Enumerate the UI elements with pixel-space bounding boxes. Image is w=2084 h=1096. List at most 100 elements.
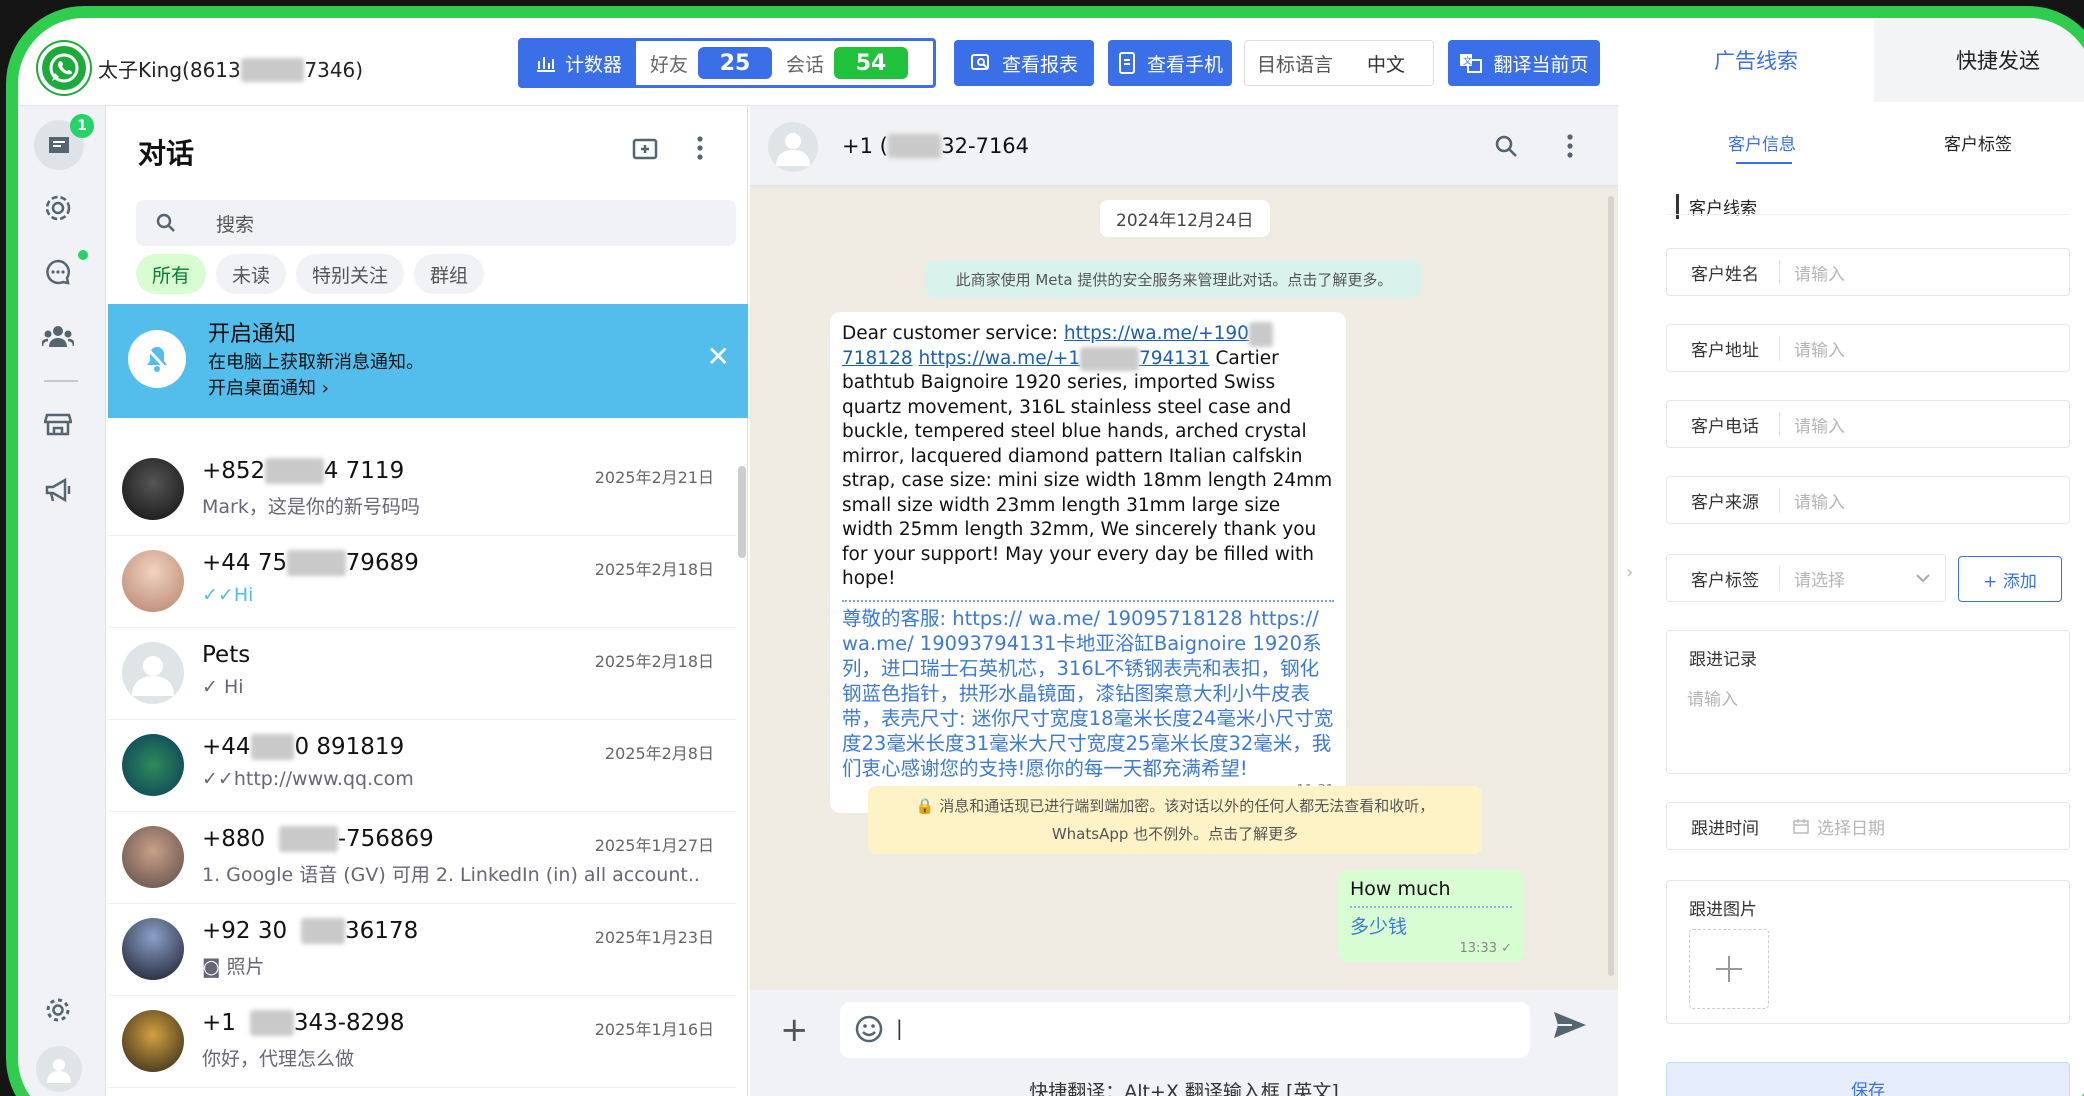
notify-desc: 在电脑上获取新消息通知。: [208, 352, 424, 373]
field-label: 客户电话: [1691, 416, 1759, 437]
search-bar[interactable]: 搜索: [136, 200, 736, 246]
add-tag-button[interactable]: + 添加: [1958, 556, 2062, 602]
target-language-value: 中文: [1367, 53, 1406, 76]
filter-groups[interactable]: 群组: [414, 254, 485, 294]
new-chat-icon[interactable]: [632, 136, 660, 167]
search-placeholder: 搜索: [216, 213, 255, 236]
chat-list-scrollbar[interactable]: [738, 466, 746, 558]
send-icon[interactable]: [1552, 1008, 1588, 1047]
menu-kebab-icon[interactable]: [696, 134, 704, 167]
message-link[interactable]: https://wa.me/+100000794131: [919, 346, 1210, 371]
field-placeholder: 选择日期: [1817, 818, 1885, 839]
chat-preview: Mark，这是你的新号码吗: [202, 496, 420, 518]
customer-name-field[interactable]: 客户姓名 请输入: [1666, 248, 2070, 296]
target-language-select[interactable]: 目标语言 中文: [1244, 40, 1434, 86]
notify-title: 开启通知: [208, 322, 297, 347]
menu-kebab-icon[interactable]: [1566, 132, 1574, 165]
avatar: [122, 918, 184, 980]
conversation-header[interactable]: +1 (000032-7164: [750, 106, 1618, 186]
subtab-underline: [1736, 162, 1792, 164]
chat-item[interactable]: +85200004 7119 2025年2月21日 Mark，这是你的新号码吗: [108, 444, 736, 536]
conversation-scrollbar[interactable]: [1608, 196, 1614, 976]
view-report-label: 查看报表: [1001, 53, 1078, 76]
chat-name-part: 0 891819: [294, 734, 405, 760]
close-icon[interactable]: ✕: [707, 340, 730, 373]
calendar-icon: [1793, 819, 1809, 834]
chat-name-part: -756869: [337, 826, 434, 852]
filter-unread[interactable]: 未读: [216, 254, 287, 294]
profile-avatar[interactable]: [36, 1046, 82, 1092]
search-icon[interactable]: [1494, 134, 1518, 163]
whatsapp-logo-icon: [38, 42, 90, 94]
customer-source-field[interactable]: 客户来源 请输入: [1666, 476, 2070, 524]
redacted-number: 0000: [279, 826, 338, 852]
link-part: https://wa.me/+190: [1063, 323, 1249, 344]
view-report-button[interactable]: 查看报表: [954, 40, 1094, 86]
chat-preview: ✓✓Hi: [202, 584, 254, 606]
filter-favorites[interactable]: 特别关注: [296, 254, 405, 294]
chat-item[interactable]: +440000 891819 2025年2月8日 ✓✓http://www.qq…: [108, 720, 736, 812]
panel-subtabs: 客户信息 客户标签: [1638, 118, 2084, 164]
filter-all[interactable]: 所有: [136, 254, 207, 294]
chat-date: 2025年1月16日: [594, 1020, 714, 1039]
chat-date: 2025年2月21日: [594, 468, 714, 487]
status-icon[interactable]: [36, 186, 80, 230]
report-icon: [970, 54, 989, 70]
follow-up-time-field[interactable]: 跟进时间 选择日期: [1666, 802, 2070, 850]
settings-gear-icon[interactable]: [36, 988, 80, 1032]
save-button[interactable]: 保存: [1666, 1062, 2070, 1096]
translate-page-label: 翻译当前页: [1493, 53, 1589, 76]
upload-plus-icon[interactable]: [1689, 929, 1769, 1009]
counter-group: 计数器 好友 25 会话 54: [518, 38, 936, 88]
field-label: 客户姓名: [1691, 264, 1759, 285]
chat-item[interactable]: +92 30 00036178 2025年1月23日 ◙ 照片: [108, 904, 736, 996]
message-input-value: |: [896, 1016, 903, 1040]
subtab-customer-tags[interactable]: 客户标签: [1944, 130, 2012, 155]
customer-phone-field[interactable]: 客户电话 请输入: [1666, 400, 2070, 448]
avatar: [122, 826, 184, 888]
view-phone-button[interactable]: 查看手机: [1108, 40, 1232, 86]
notification-banner[interactable]: 开启通知 在电脑上获取新消息通知。 开启桌面通知 › ✕: [108, 304, 748, 418]
emoji-icon[interactable]: [854, 1014, 884, 1049]
field-placeholder: 请输入: [1687, 690, 1738, 710]
broadcast-megaphone-icon[interactable]: [36, 468, 80, 512]
message-input[interactable]: |: [840, 1002, 1530, 1058]
chat-item[interactable]: +44 75000079689 2025年2月18日 ✓✓Hi: [108, 536, 736, 628]
chat-item[interactable]: Pets 2025年2月18日 ✓ Hi: [108, 628, 736, 720]
attach-plus-icon[interactable]: +: [780, 1010, 809, 1050]
channels-icon[interactable]: [36, 250, 80, 294]
counter-button[interactable]: 计数器: [521, 41, 636, 85]
message-prefix: Dear customer service:: [842, 323, 1064, 344]
translate-icon: 文: [1460, 54, 1483, 73]
business-store-icon[interactable]: [36, 402, 80, 446]
subtab-customer-info[interactable]: 客户信息: [1728, 130, 1796, 155]
chat-name-part: 343-8298: [293, 1010, 405, 1036]
follow-up-textarea[interactable]: 请输入: [1687, 685, 2049, 765]
chevron-down-icon: [1916, 574, 1930, 583]
contact-name-part: +1 (: [842, 134, 888, 158]
chat-preview: 你好，代理怎么做: [202, 1048, 355, 1070]
avatar: [122, 550, 184, 612]
collapse-arrow-icon[interactable]: ›: [1626, 562, 1633, 583]
chat-name-part: +44 75: [202, 550, 288, 576]
tab-ad-leads[interactable]: 广告线索: [1638, 18, 1874, 102]
communities-icon[interactable]: [36, 314, 80, 358]
translate-page-button[interactable]: 文 翻译当前页: [1448, 40, 1600, 86]
chat-item[interactable]: +880 0000-756869 2025年1月27日 1. Google 语音 …: [108, 812, 736, 904]
encryption-line: WhatsApp 也不例外。点击了解更多: [1051, 825, 1299, 843]
top-bar: 太子King(8613000007346) 计数器 好友 25 会话 54 查看…: [18, 18, 1618, 106]
chat-date: 2025年2月18日: [594, 560, 714, 579]
composer: + |: [750, 990, 1618, 1070]
field-placeholder: 请输入: [1779, 259, 1845, 285]
notify-link[interactable]: 开启桌面通知 ›: [208, 374, 329, 400]
customer-address-field[interactable]: 客户地址 请输入: [1666, 324, 2070, 372]
chat-preview: ◙ 照片: [202, 956, 265, 978]
chat-name-part: +852: [202, 458, 266, 484]
field-label: 跟进时间: [1691, 818, 1759, 839]
tab-quick-send[interactable]: 快捷发送: [1878, 18, 2084, 102]
meta-notice[interactable]: 此商家使用 Meta 提供的安全服务来管理此对话。点击了解更多。: [926, 260, 1422, 298]
chat-item[interactable]: +1 000343-8298 2025年1月16日 你好，代理怎么做: [108, 996, 736, 1088]
chat-name-part: +92 30: [202, 918, 288, 944]
encryption-notice[interactable]: 🔒 消息和通话现已进行端到端加密。该对话以外的任何人都无法查看和收听， What…: [868, 786, 1482, 854]
customer-tag-select[interactable]: 客户标签 请选择: [1666, 554, 1946, 602]
